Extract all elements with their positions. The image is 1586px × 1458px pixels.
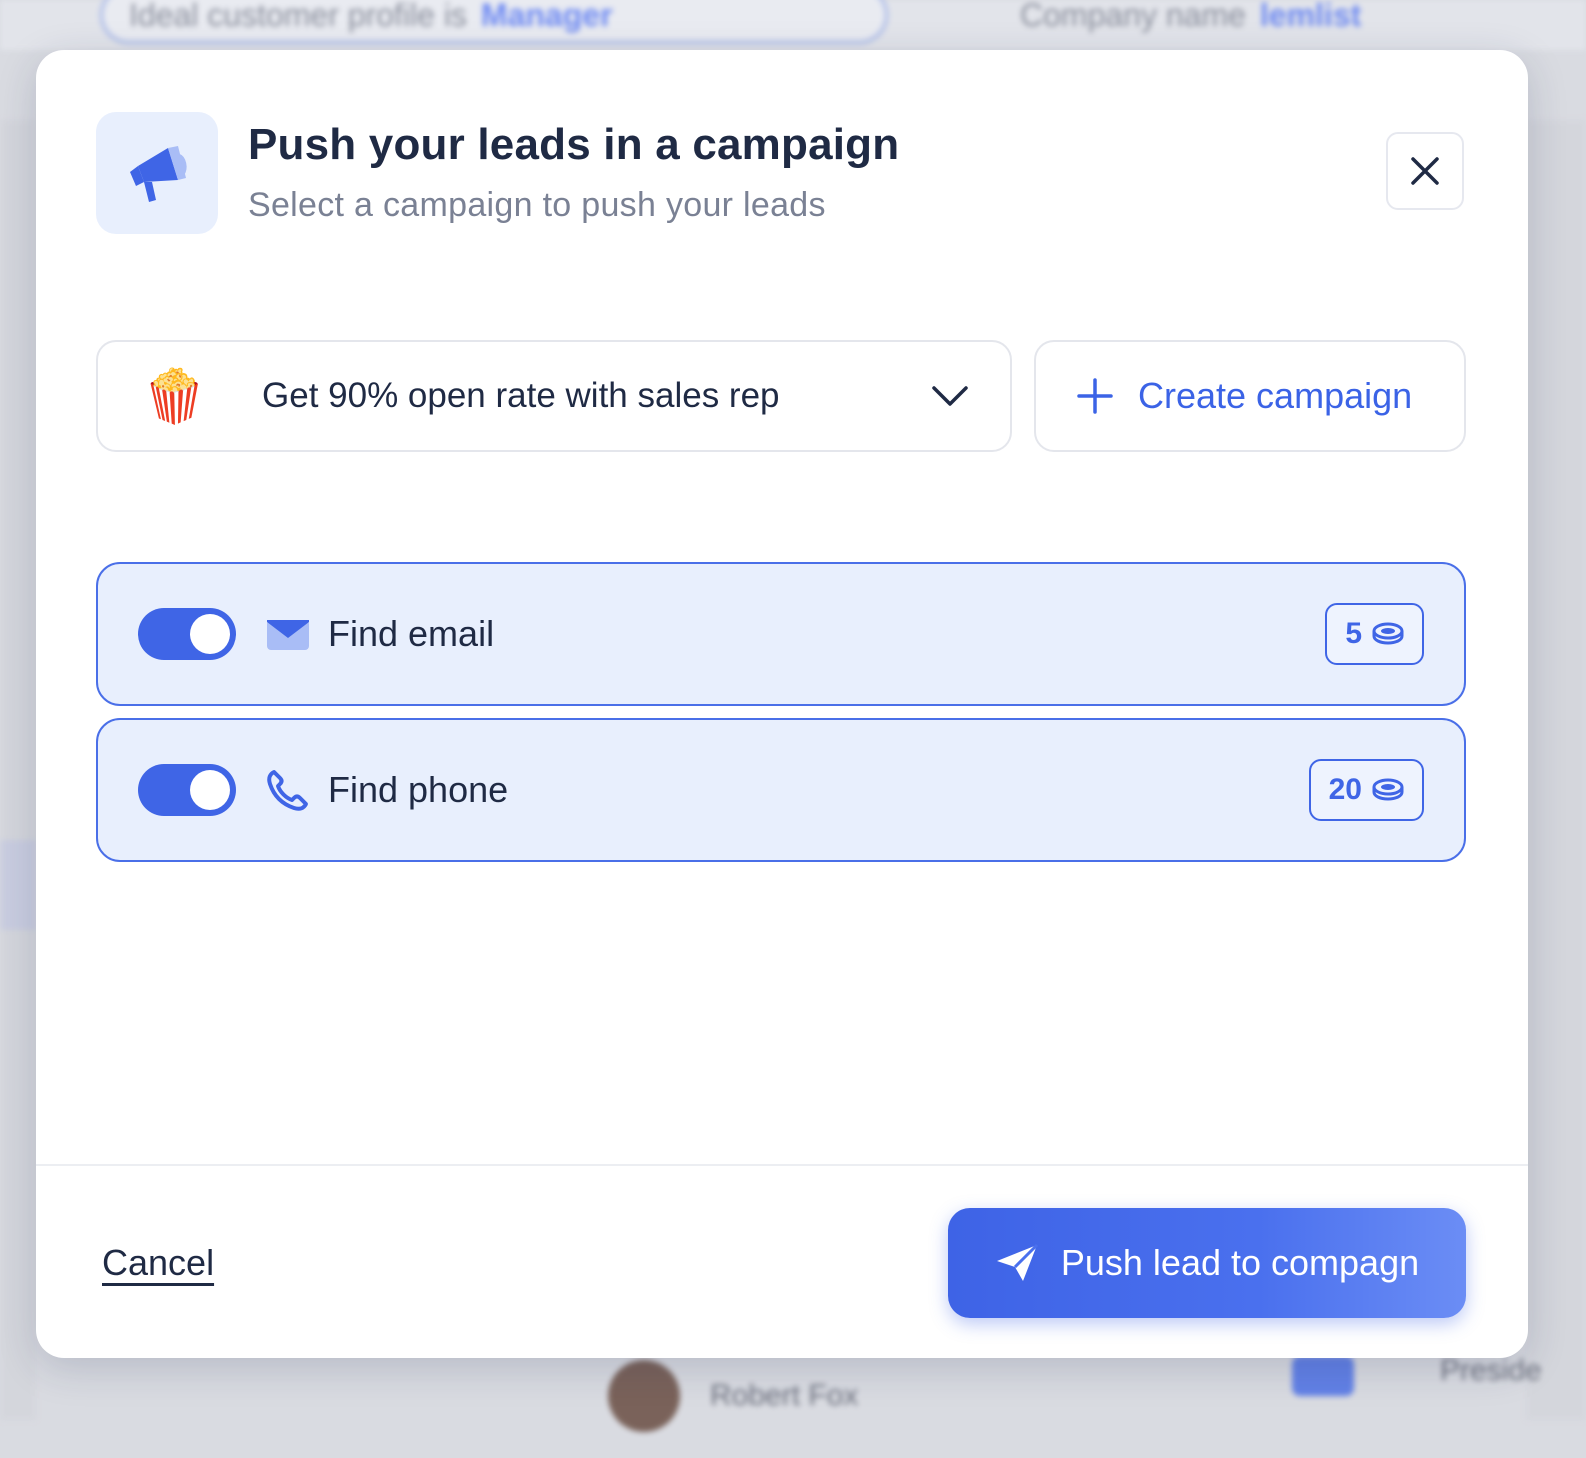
background-left-accent	[0, 840, 36, 930]
background-filter-value: Manager	[480, 0, 613, 33]
background-filter-value-2: lemlist	[1259, 0, 1362, 33]
footer-divider	[36, 1164, 1528, 1166]
background-row-role: Preside	[1440, 1354, 1542, 1387]
background-table-row: Robert Fox	[470, 1360, 858, 1432]
background-row-name: Robert Fox	[710, 1379, 859, 1412]
background-filter-chip-2: Company name lemlist	[1020, 0, 1361, 44]
envelope-icon	[266, 618, 310, 650]
create-campaign-label: Create campaign	[1138, 375, 1413, 416]
campaign-select-value: Get 90% open rate with sales rep	[262, 376, 780, 415]
campaign-select[interactable]: 🍿 Get 90% open rate with sales rep	[96, 340, 1012, 452]
find-email-option: Find email 5	[96, 562, 1466, 706]
background-left-column	[0, 120, 36, 1420]
find-email-label: Find email	[328, 613, 495, 654]
modal-title: Push your leads in a campaign	[248, 120, 900, 169]
credit-cost-value: 5	[1345, 617, 1362, 650]
credit-cost-badge: 5	[1325, 603, 1424, 665]
background-filter-label-2: Company name	[1020, 0, 1246, 33]
plus-icon	[1077, 378, 1113, 414]
credit-cost-badge: 20	[1308, 759, 1424, 821]
background-filter-chip: Ideal customer profile is Manager	[100, 0, 888, 44]
find-phone-label: Find phone	[328, 769, 509, 810]
coin-icon	[1372, 778, 1404, 801]
find-email-toggle[interactable]	[138, 608, 236, 660]
cancel-button[interactable]: Cancel	[102, 1242, 214, 1284]
close-button[interactable]	[1386, 132, 1464, 210]
background-badge	[1292, 1356, 1354, 1396]
close-icon	[1411, 157, 1439, 185]
chevron-down-icon	[932, 386, 968, 406]
phone-icon	[266, 768, 310, 812]
coin-icon	[1372, 622, 1404, 645]
background-right-column	[1526, 120, 1586, 1420]
send-icon	[996, 1243, 1038, 1281]
megaphone-icon	[96, 112, 218, 234]
background-filter-label: Ideal customer profile is	[129, 0, 467, 33]
avatar	[608, 1360, 680, 1432]
push-lead-button[interactable]: Push lead to compagn	[948, 1208, 1466, 1318]
push-leads-modal: Push your leads in a campaign Select a c…	[36, 50, 1528, 1358]
modal-subtitle: Select a campaign to push your leads	[248, 186, 826, 224]
find-phone-toggle[interactable]	[138, 764, 236, 816]
find-phone-option: Find phone 20	[96, 718, 1466, 862]
toggle-knob	[190, 770, 230, 810]
toggle-knob	[190, 614, 230, 654]
create-campaign-button[interactable]: Create campaign	[1034, 340, 1466, 452]
credit-cost-value: 20	[1328, 773, 1362, 806]
push-lead-label: Push lead to compagn	[1060, 1242, 1420, 1283]
popcorn-icon: 🍿	[142, 367, 207, 426]
